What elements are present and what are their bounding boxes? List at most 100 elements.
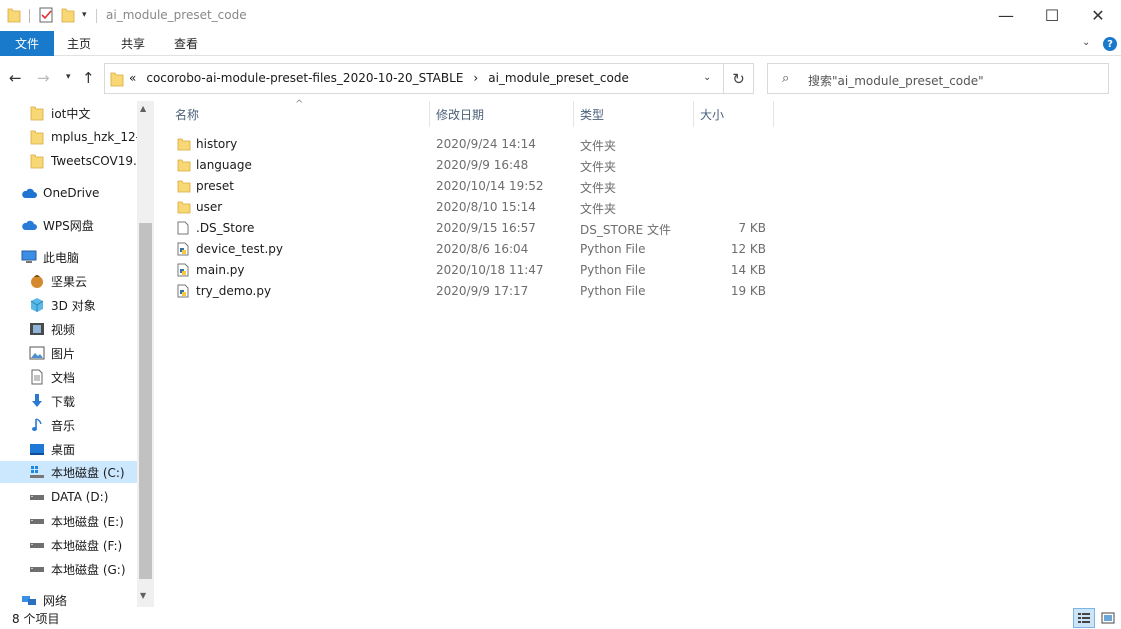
sidebar-item-label: 坚果云 <box>51 274 88 289</box>
sidebar-item-label: OneDrive <box>43 186 100 200</box>
folder-icon <box>29 129 45 145</box>
column-divider[interactable] <box>693 101 694 127</box>
help-icon[interactable]: ? <box>1103 37 1117 51</box>
up-arrow-icon[interactable]: ↑ <box>82 69 95 87</box>
scroll-down-icon[interactable]: ▼ <box>140 591 146 600</box>
sidebar-scrollbar[interactable]: ▲ ▼ <box>137 101 154 607</box>
file-name: preset <box>196 179 235 193</box>
file-row[interactable]: main.py 2020/10/18 11:47 Python File 14 … <box>172 260 772 281</box>
expand-ribbon-icon[interactable]: ⌄ <box>1082 37 1090 48</box>
column-header-type[interactable]: 类型 <box>580 101 604 127</box>
title-separator <box>96 9 97 23</box>
drive-icon <box>29 489 45 505</box>
file-row[interactable]: language 2020/9/9 16:48 文件夹 <box>172 155 772 176</box>
folder-icon <box>29 153 45 169</box>
file-row[interactable]: .DS_Store 2020/9/15 16:57 DS_STORE 文件 7 … <box>172 218 772 239</box>
new-folder-icon[interactable] <box>61 7 75 26</box>
sidebar-item-wps[interactable]: WPS网盘 <box>21 214 94 236</box>
cloud-icon <box>21 185 37 201</box>
chevron-down-icon[interactable]: ⌄ <box>703 72 711 83</box>
file-name: main.py <box>196 263 245 277</box>
column-divider[interactable] <box>773 101 774 127</box>
cube-icon <box>29 297 45 313</box>
document-icon <box>29 369 45 385</box>
search-icon: ⌕ <box>782 71 790 86</box>
sidebar-item-label: 桌面 <box>51 442 76 457</box>
sidebar-item-videos[interactable]: 视频 <box>29 318 75 340</box>
drive-icon <box>29 537 45 553</box>
sidebar-item-label: 本地磁盘 (F:) <box>51 538 123 553</box>
search-input[interactable]: ⌕ 搜索"ai_module_preset_code" <box>767 63 1109 94</box>
breadcrumb: « cocorobo-ai-module-preset-files_2020-1… <box>129 71 629 85</box>
sidebar-item-drive-g[interactable]: 本地磁盘 (G:) <box>29 558 126 580</box>
navigation-pane: iot中文 mplus_hzk_12-r TweetsCOV19.t OneDr… <box>0 101 153 607</box>
scroll-up-icon[interactable]: ▲ <box>140 104 146 113</box>
refresh-button[interactable]: ↻ <box>724 63 754 94</box>
file-row[interactable]: history 2020/9/24 14:14 文件夹 <box>172 134 772 155</box>
address-bar[interactable]: « cocorobo-ai-module-preset-files_2020-1… <box>104 63 724 94</box>
column-divider[interactable] <box>429 101 430 127</box>
sidebar-item-downloads[interactable]: 下载 <box>29 390 75 412</box>
file-row[interactable]: try_demo.py 2020/9/9 17:17 Python File 1… <box>172 281 772 302</box>
sidebar-item-iot[interactable]: iot中文 <box>29 102 90 124</box>
drive-icon <box>29 561 45 577</box>
column-header-size[interactable]: 大小 <box>700 101 724 127</box>
properties-icon[interactable] <box>38 7 54 26</box>
tab-share[interactable]: 共享 <box>121 31 145 56</box>
folder-icon <box>177 158 191 175</box>
file-type: DS_STORE 文件 <box>580 223 671 237</box>
back-arrow-icon[interactable]: ← <box>9 69 22 87</box>
sidebar-item-documents[interactable]: 文档 <box>29 366 75 388</box>
file-row[interactable]: user 2020/8/10 15:14 文件夹 <box>172 197 772 218</box>
sidebar-item-label: 视频 <box>51 322 76 337</box>
tab-home[interactable]: 主页 <box>67 31 91 56</box>
sidebar-item-mplus[interactable]: mplus_hzk_12-r <box>29 126 145 148</box>
folder-icon <box>177 179 191 196</box>
drive-icon <box>29 513 45 529</box>
forward-arrow-icon[interactable]: → <box>37 69 50 87</box>
file-date: 2020/8/10 15:14 <box>436 200 536 214</box>
column-divider[interactable] <box>573 101 574 127</box>
column-header-date[interactable]: 修改日期 <box>436 101 484 127</box>
sidebar-item-drive-c[interactable]: 本地磁盘 (C:) <box>0 461 137 483</box>
maximize-button[interactable]: ☐ <box>1029 0 1075 31</box>
sidebar-item-music[interactable]: 音乐 <box>29 414 75 436</box>
sidebar-item-drive-f[interactable]: 本地磁盘 (F:) <box>29 534 122 556</box>
tab-view[interactable]: 查看 <box>174 31 198 56</box>
desktop-icon <box>29 441 45 457</box>
breadcrumb-item[interactable]: ai_module_preset_code <box>488 71 629 85</box>
python-file-icon <box>177 284 189 301</box>
file-name: device_test.py <box>196 242 283 256</box>
recent-locations-icon[interactable]: ▾ <box>66 72 71 82</box>
sidebar-item-label: 3D 对象 <box>51 298 96 313</box>
file-row[interactable]: preset 2020/10/14 19:52 文件夹 <box>172 176 772 197</box>
file-date: 2020/10/14 19:52 <box>436 179 544 193</box>
sidebar-item-3d-objects[interactable]: 3D 对象 <box>29 294 96 316</box>
sidebar-item-tweets[interactable]: TweetsCOV19.t <box>29 150 142 172</box>
minimize-button[interactable]: — <box>983 0 1029 31</box>
chevron-right-icon[interactable]: › <box>473 71 478 85</box>
python-file-icon <box>177 263 189 280</box>
details-view-button[interactable] <box>1073 608 1095 628</box>
sidebar-item-drive-e[interactable]: 本地磁盘 (E:) <box>29 510 124 532</box>
sidebar-item-network[interactable]: 网络 <box>21 589 67 607</box>
sidebar-item-onedrive[interactable]: OneDrive <box>21 182 99 204</box>
sidebar-item-jianguoyun[interactable]: 坚果云 <box>29 270 87 292</box>
file-row[interactable]: device_test.py 2020/8/6 16:04 Python Fil… <box>172 239 772 260</box>
windows-drive-icon <box>29 464 45 480</box>
customize-toolbar-icon[interactable]: ▾ <box>82 10 87 20</box>
sidebar-item-pictures[interactable]: 图片 <box>29 342 75 364</box>
sidebar-item-desktop[interactable]: 桌面 <box>29 438 75 460</box>
scrollbar-thumb[interactable] <box>139 223 152 579</box>
file-size: 12 KB <box>730 242 766 256</box>
column-header-name[interactable]: 名称 <box>175 101 199 127</box>
folder-icon <box>177 200 191 217</box>
breadcrumb-overflow[interactable]: « <box>129 71 136 85</box>
file-date: 2020/9/15 16:57 <box>436 221 536 235</box>
large-icons-view-button[interactable] <box>1097 608 1119 628</box>
sidebar-item-this-pc[interactable]: 此电脑 <box>21 246 79 268</box>
tab-file[interactable]: 文件 <box>0 31 54 56</box>
sidebar-item-drive-d[interactable]: DATA (D:) <box>29 486 108 508</box>
close-button[interactable]: ✕ <box>1075 0 1121 31</box>
breadcrumb-item[interactable]: cocorobo-ai-module-preset-files_2020-10-… <box>146 71 463 85</box>
